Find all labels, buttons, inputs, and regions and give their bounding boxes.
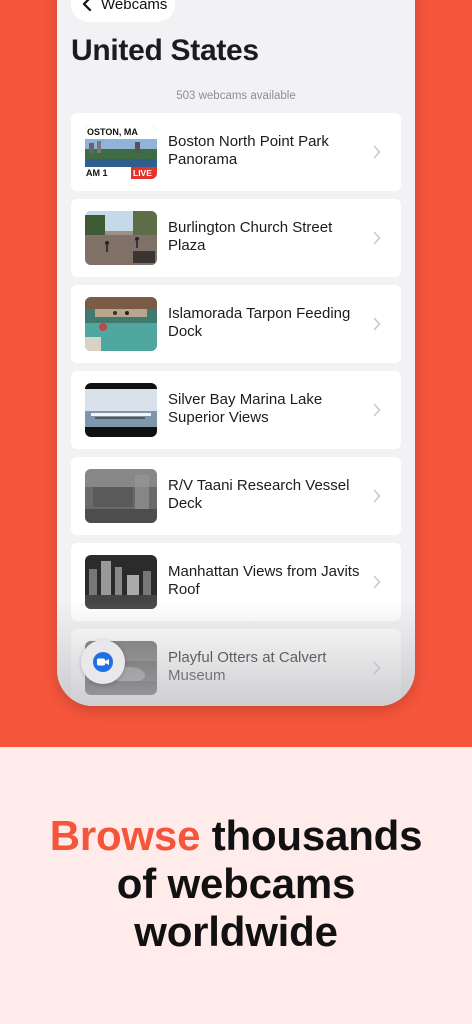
promo-line-1: Browse thousands <box>0 812 472 860</box>
webcam-title: Boston North Point Park Panorama <box>168 133 329 168</box>
promo-headline: Browse thousands of webcams worldwide <box>0 812 472 956</box>
page-title: United States <box>71 34 259 67</box>
back-button[interactable]: Webcams <box>71 0 175 22</box>
promo-line-2: of webcams <box>116 860 356 907</box>
webcam-thumbnail <box>85 469 157 523</box>
promo-line-1-rest: thousands <box>200 812 423 859</box>
webcam-thumbnail <box>85 555 157 609</box>
webcam-row[interactable]: Manhattan Views from Javits Roof <box>71 543 401 621</box>
webcam-thumbnail: OSTON, MA AM 1 LIVE <box>85 125 157 179</box>
webcam-thumbnail <box>85 383 157 437</box>
chevron-right-icon <box>373 661 381 675</box>
live-badge: LIVE <box>133 168 152 178</box>
webcam-title: Islamorada Tarpon Feeding Dock <box>168 305 351 340</box>
webcam-thumbnail <box>85 211 157 265</box>
thumb-caption-bottom: AM 1 <box>86 168 108 178</box>
video-camera-button[interactable] <box>81 640 125 684</box>
promo-accent-word: Browse <box>49 812 201 859</box>
promo-line-3: worldwide <box>134 908 338 955</box>
chevron-left-icon <box>82 0 92 12</box>
chevron-right-icon <box>373 403 381 417</box>
thumb-caption-top: OSTON, MA <box>87 127 138 137</box>
chevron-right-icon <box>373 317 381 331</box>
back-label: Webcams <box>101 0 168 13</box>
webcam-row[interactable]: Burlington Church Street Plaza <box>71 199 401 277</box>
webcam-title: Burlington Church Street Plaza <box>168 219 333 254</box>
webcam-row[interactable]: Islamorada Tarpon Feeding Dock <box>71 285 401 363</box>
webcam-count: 503 webcams available <box>176 90 296 102</box>
webcam-thumbnail <box>85 297 157 351</box>
phone-screen: Webcams United States 503 webcams availa… <box>57 0 415 706</box>
chevron-right-icon <box>373 575 381 589</box>
webcam-row[interactable]: OSTON, MA AM 1 LIVE Boston North Point P… <box>71 113 401 191</box>
webcam-row[interactable]: Silver Bay Marina Lake Superior Views <box>71 371 401 449</box>
webcam-title: Silver Bay Marina Lake Superior Views <box>168 391 323 426</box>
webcam-title: Manhattan Views from Javits Roof <box>168 563 360 598</box>
video-camera-icon <box>93 652 113 672</box>
webcam-row[interactable]: R/V Taani Research Vessel Deck <box>71 457 401 535</box>
webcam-title: Playful Otters at Calvert Museum <box>168 649 327 684</box>
webcam-title: R/V Taani Research Vessel Deck <box>168 477 350 512</box>
chevron-right-icon <box>373 145 381 159</box>
chevron-right-icon <box>373 489 381 503</box>
chevron-right-icon <box>373 231 381 245</box>
